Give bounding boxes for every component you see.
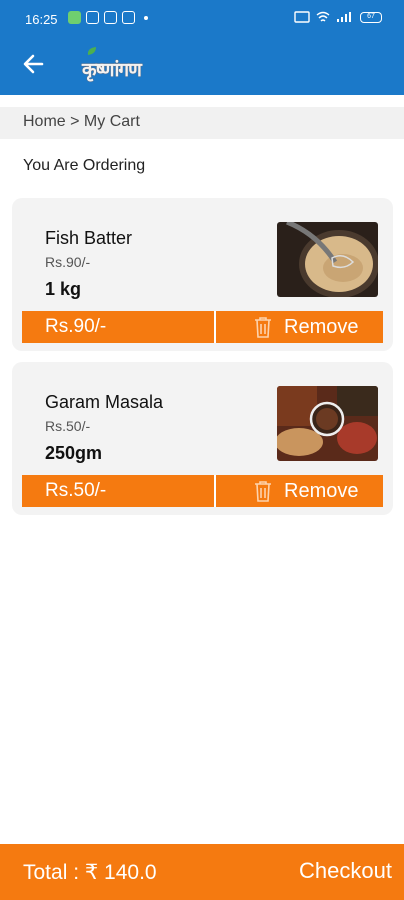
item-action-bar: Rs.50/- Remove [22,475,383,507]
item-amount: Rs.50/- [45,480,107,501]
trash-icon [255,317,271,338]
item-action-bar: Rs.90/- Remove [22,311,383,343]
cart-item-card: Fish Batter Rs.90/- 1 kg Rs.90/- Remove [12,198,393,351]
remove-button[interactable]: Remove [254,314,382,340]
gallery-notification-icon [122,11,135,24]
app-bar: कृष्णांगण [0,38,404,95]
trash-icon [255,481,271,502]
section-heading: You Are Ordering [23,157,146,174]
remove-button[interactable]: Remove [254,478,382,504]
checkout-bar: Total : ₹ 140.0 Checkout [0,844,404,900]
leaf-icon [87,47,96,55]
item-quantity: 1 kg [45,279,82,299]
item-quantity: 250gm [45,443,103,463]
item-name: Garam Masala [45,392,164,412]
data-speed-icon [294,11,310,23]
breadcrumb: Home > My Cart [0,107,404,139]
item-amount: Rs.90/- [45,316,107,337]
breadcrumb-text[interactable]: Home > My Cart [23,113,140,131]
app-logo: कृष्णांगण [82,46,174,86]
item-unit-price: Rs.90/- [45,254,91,270]
remove-label: Remove [284,315,359,338]
back-arrow-icon[interactable] [20,50,48,78]
battery-icon: 67 [360,11,382,23]
bar-divider [214,311,216,343]
app-notification-icon [68,11,81,24]
item-unit-price: Rs.50/- [45,418,91,434]
status-time: 16:25 [25,12,58,27]
remove-label: Remove [284,479,359,502]
bar-divider [214,475,216,507]
garam-masala-image [277,386,378,461]
notification-icons [68,11,148,24]
cart-item-card: Garam Masala Rs.50/- 250gm Rs.50/- Remov… [12,362,393,515]
item-name: Fish Batter [45,228,133,248]
mb-notification-icon [104,11,117,24]
more-notifications-dot [144,15,148,20]
status-bar: 16:25 67 [0,0,404,38]
system-icons: 67 [294,11,382,23]
fish-batter-image [277,222,378,297]
checkout-button[interactable]: Checkout [299,858,392,884]
app-notification-icon-2 [86,11,99,24]
signal-icon [337,12,351,22]
wifi-icon [316,11,330,22]
logo-text: कृष्णांगण [82,59,142,81]
cart-total: Total : ₹ 140.0 [23,861,157,884]
